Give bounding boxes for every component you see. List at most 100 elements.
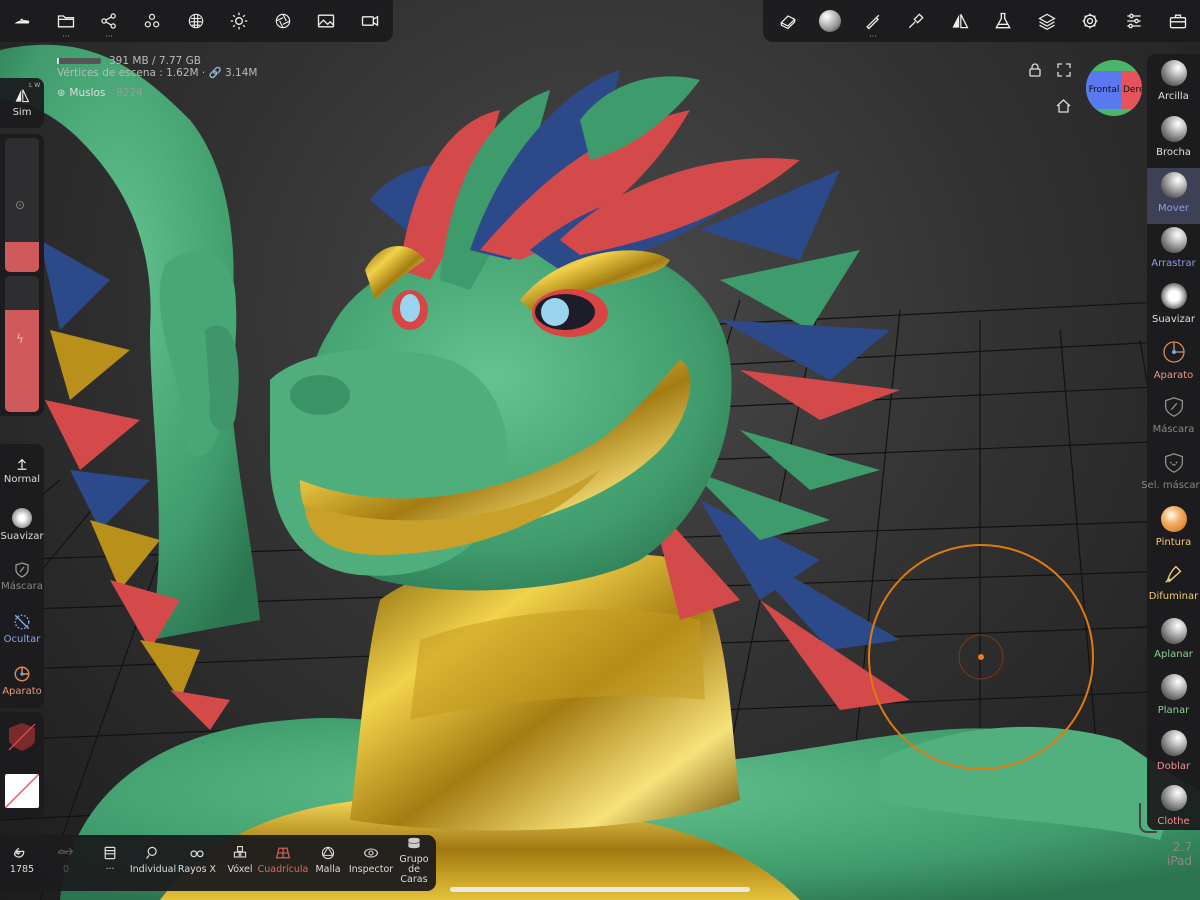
- camera-icon[interactable]: [354, 0, 386, 42]
- rayos-x-button[interactable]: Rayos X: [176, 835, 218, 885]
- menu-logo-icon[interactable]: [6, 0, 38, 42]
- tool-aplanar[interactable]: Aplanar: [1147, 614, 1200, 670]
- history-button[interactable]: ···: [92, 835, 128, 885]
- scene-graph-icon[interactable]: ···: [93, 0, 125, 42]
- tool-label: Difuminar: [1148, 591, 1199, 603]
- mascara-button[interactable]: Máscara: [0, 552, 44, 602]
- voxel-icon: [232, 845, 248, 861]
- intensity-slider[interactable]: ϟ: [5, 276, 39, 412]
- matcap-sphere-icon[interactable]: [813, 0, 847, 42]
- voxel-button[interactable]: Vóxel: [219, 835, 261, 885]
- tool-máscara[interactable]: Máscara: [1147, 391, 1200, 447]
- tool-sel-máscara[interactable]: Sel. máscara: [1141, 447, 1200, 503]
- flask-icon[interactable]: [988, 0, 1018, 42]
- voxel-label: Vóxel: [227, 864, 253, 875]
- radius-target-icon: ⊙: [15, 198, 26, 212]
- tool-icon: [1160, 283, 1187, 310]
- rayos-x-icon: [188, 845, 206, 861]
- tool-icon: [1160, 673, 1187, 700]
- settings-gear-icon[interactable]: [1075, 0, 1105, 42]
- tool-label: Planar: [1157, 704, 1190, 716]
- history-dots: ···: [105, 864, 115, 875]
- malla-label: Malla: [315, 864, 341, 875]
- tool-icon: [1160, 618, 1187, 644]
- tool-icon: [1161, 339, 1187, 365]
- version-info: 2.7 iPad: [1164, 840, 1192, 868]
- lock-icon[interactable]: [1028, 62, 1042, 77]
- home-indicator: [450, 887, 750, 892]
- tool-label: Doblar: [1156, 760, 1191, 772]
- material-swatches-panel: [0, 712, 44, 818]
- redo-count: 0: [62, 864, 70, 875]
- folder-icon[interactable]: ···: [50, 0, 82, 42]
- cuadricula-button[interactable]: Cuadrícula: [258, 835, 308, 885]
- individual-button[interactable]: Individual: [130, 835, 176, 885]
- intensity-lightning-icon: ϟ: [16, 332, 24, 346]
- version-number: 2.7: [1172, 840, 1192, 854]
- tool-label: Mover: [1158, 202, 1189, 214]
- tool-planar[interactable]: Planar: [1147, 670, 1200, 726]
- symmetry-icon[interactable]: [945, 0, 975, 42]
- malla-icon: [320, 845, 336, 861]
- object-count: · 8224: [109, 87, 143, 99]
- viewport-3d[interactable]: [0, 0, 1200, 900]
- color-swatch-button[interactable]: [5, 774, 39, 808]
- grupo-caras-label: Grupo de Caras: [399, 854, 429, 885]
- aperture-icon[interactable]: [267, 0, 299, 42]
- cuadricula-icon: [275, 845, 291, 861]
- tool-label: Sel. máscara: [1141, 479, 1200, 491]
- eraser-tool-icon[interactable]: [773, 0, 803, 42]
- undo-button[interactable]: 1785: [4, 835, 40, 885]
- radius-slider-fill: [5, 242, 39, 272]
- sliders-icon[interactable]: [1119, 0, 1149, 42]
- tool-label: Pintura: [1155, 537, 1192, 549]
- material-sphere-icon[interactable]: [180, 0, 212, 42]
- light-icon[interactable]: [223, 0, 255, 42]
- suavizar-sphere-icon: [12, 508, 32, 528]
- home-view-icon[interactable]: [1056, 98, 1071, 113]
- cuadricula-label: Cuadrícula: [257, 864, 309, 875]
- fullscreen-icon[interactable]: [1057, 62, 1071, 77]
- tool-label: Aparato: [1153, 370, 1194, 381]
- malla-button[interactable]: Malla: [307, 835, 349, 885]
- top-left-toolbar: ··· ···: [0, 0, 393, 42]
- paint-brush-icon[interactable]: [901, 0, 931, 42]
- redo-button[interactable]: 0: [48, 835, 84, 885]
- tool-doblar[interactable]: Doblar: [1147, 726, 1200, 782]
- tool-arcilla[interactable]: Arcilla: [1147, 56, 1200, 112]
- object-mesh-icon: ⊛: [57, 87, 66, 99]
- tool-icon: [1160, 115, 1187, 142]
- tool-icon: [1160, 171, 1187, 198]
- tool-label: Máscara: [1152, 423, 1195, 435]
- ocultar-button[interactable]: Ocultar: [0, 604, 44, 654]
- memory-bar: [57, 58, 101, 64]
- individual-icon: [145, 845, 161, 861]
- briefcase-icon[interactable]: [1163, 0, 1193, 42]
- grupo-caras-button[interactable]: Grupo de Caras: [393, 835, 435, 885]
- tool-arrastrar[interactable]: Arrastrar: [1147, 223, 1200, 279]
- tool-pintura[interactable]: Pintura: [1147, 502, 1200, 558]
- tool-brocha[interactable]: Brocha: [1147, 112, 1200, 168]
- aparato-button[interactable]: Aparato: [0, 656, 44, 706]
- layers-icon[interactable]: [1032, 0, 1062, 42]
- panel-resize-handle[interactable]: [1139, 803, 1157, 833]
- bottom-toolbar: 1785 0 ··· Individual Rayos X Vóxel Cuadríc…: [0, 835, 436, 891]
- tool-label: Suavizar: [1152, 314, 1195, 326]
- radius-slider[interactable]: ⊙: [5, 138, 39, 272]
- image-icon[interactable]: [310, 0, 342, 42]
- tool-difuminar[interactable]: Difuminar: [1147, 558, 1200, 614]
- tool-label: Arrastrar: [1151, 258, 1196, 270]
- multiresolution-icon[interactable]: [136, 0, 168, 42]
- material-swatch-button[interactable]: [5, 720, 39, 754]
- version-device: iPad: [1166, 854, 1192, 868]
- tool-suavizar[interactable]: Suavizar: [1147, 279, 1200, 335]
- normal-button[interactable]: Normal: [0, 446, 44, 496]
- tool-icon: [1162, 451, 1186, 475]
- inspector-button[interactable]: Inspector: [349, 835, 393, 885]
- stroke-brush-icon[interactable]: ···: [858, 0, 888, 42]
- suavizar-button[interactable]: Suavizar: [0, 500, 44, 550]
- tool-mover[interactable]: Mover: [1147, 167, 1200, 224]
- sculpt-scene: [0, 44, 1200, 900]
- tool-aparato[interactable]: Aparato: [1147, 335, 1200, 391]
- view-cube[interactable]: Frontal Dere: [1086, 60, 1142, 116]
